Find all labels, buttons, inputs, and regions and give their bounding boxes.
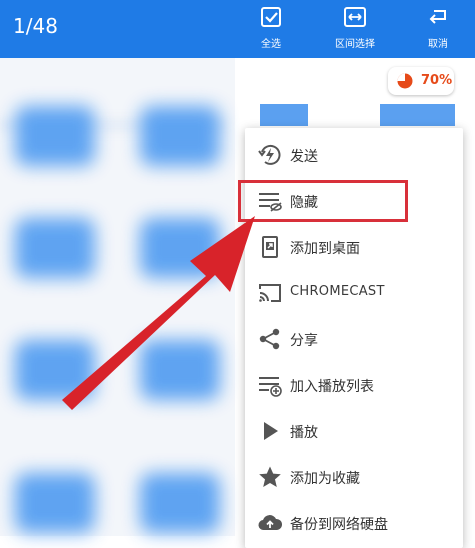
select-all-button[interactable]: 全选 xyxy=(253,4,289,54)
context-menu: 发送 隐藏 添加到桌面 CHROMECAST 分享 加入播放列表 播放 添加为收… xyxy=(245,128,463,548)
menu-item-play[interactable]: 播放 xyxy=(245,408,463,454)
selection-toolbar: 1/48 全选 区间选择 取消 xyxy=(0,0,475,58)
menu-item-hide[interactable]: 隐藏 xyxy=(245,178,463,224)
menu-item-label: 隐藏 xyxy=(290,195,318,211)
menu-item-label: 备份到网络硬盘 xyxy=(290,517,388,533)
thumbnail[interactable] xyxy=(260,104,308,126)
thumbnail[interactable] xyxy=(15,340,95,400)
hide-list-icon xyxy=(259,193,282,212)
range-select-icon xyxy=(344,7,366,27)
storage-percent: 70% xyxy=(421,73,453,88)
menu-item-backup-cloud[interactable]: 备份到网络硬盘 xyxy=(245,500,463,546)
select-all-label: 全选 xyxy=(261,39,281,50)
menu-item-label: 添加到桌面 xyxy=(290,241,360,257)
add-to-playlist-icon xyxy=(259,377,282,397)
menu-item-label: 加入播放列表 xyxy=(290,379,374,395)
storage-usage-chip[interactable]: 70% xyxy=(388,67,454,95)
star-icon xyxy=(259,466,281,487)
checkbox-checked-icon xyxy=(261,7,281,27)
range-select-label: 区间选择 xyxy=(335,39,375,50)
thumbnail[interactable] xyxy=(15,473,95,533)
menu-item-send[interactable]: 发送 xyxy=(245,132,463,178)
cast-icon xyxy=(259,284,281,302)
cloud-upload-icon xyxy=(258,515,283,531)
menu-item-add-to-desktop[interactable]: 添加到桌面 xyxy=(245,224,463,270)
thumbnail[interactable] xyxy=(140,106,220,166)
cancel-button[interactable]: 取消 xyxy=(420,4,456,54)
thumbnail[interactable] xyxy=(380,104,455,126)
menu-item-chromecast[interactable]: CHROMECAST xyxy=(245,270,463,316)
menu-item-label: 分享 xyxy=(290,333,318,349)
play-icon xyxy=(264,422,278,440)
cancel-label: 取消 xyxy=(428,39,448,50)
thumbnail[interactable] xyxy=(140,340,220,400)
menu-item-share[interactable]: 分享 xyxy=(245,316,463,362)
lightning-send-icon xyxy=(258,144,281,165)
thumbnail[interactable] xyxy=(140,218,220,278)
pie-chart-icon xyxy=(397,73,413,89)
range-select-button[interactable]: 区间选择 xyxy=(330,4,380,54)
menu-item-label: 播放 xyxy=(290,425,318,441)
share-icon xyxy=(259,328,280,350)
thumbnail[interactable] xyxy=(15,218,95,278)
thumbnail[interactable] xyxy=(15,106,95,166)
undo-icon xyxy=(429,10,446,24)
add-to-desktop-icon xyxy=(262,236,278,258)
menu-item-label: 添加为收藏 xyxy=(290,471,360,487)
thumbnail[interactable] xyxy=(140,473,220,533)
menu-item-add-to-playlist[interactable]: 加入播放列表 xyxy=(245,362,463,408)
menu-item-label: 发送 xyxy=(290,149,318,165)
menu-item-add-favorite[interactable]: 添加为收藏 xyxy=(245,454,463,500)
thumbnail-grid xyxy=(0,58,235,536)
menu-item-label: CHROMECAST xyxy=(290,284,385,299)
selection-counter: 1/48 xyxy=(13,14,58,38)
